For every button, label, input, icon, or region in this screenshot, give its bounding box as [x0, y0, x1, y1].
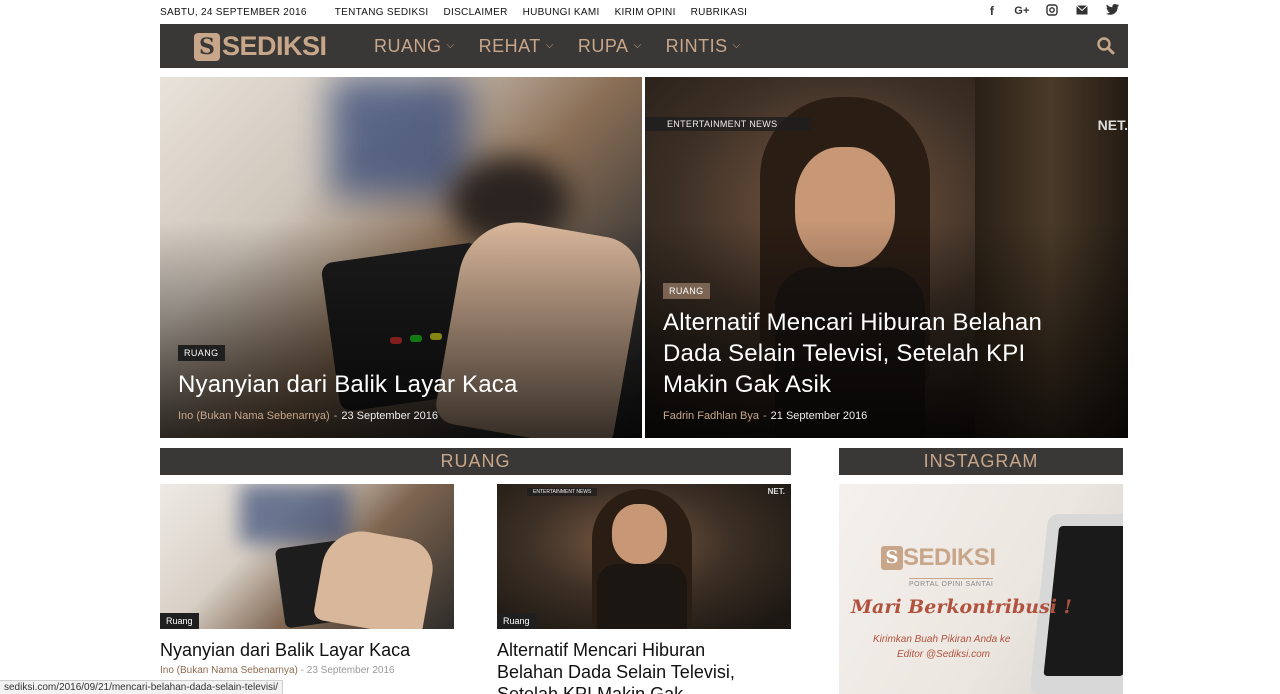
category-tag[interactable]: RUANG: [178, 345, 225, 361]
insta-line-2: Editor @Sediksi.com: [897, 649, 990, 660]
top-links: TENTANG SEDIKSI DISCLAIMER HUBUNGI KAMI …: [335, 7, 748, 18]
section-header-instagram: INSTAGRAM: [839, 448, 1123, 475]
nav-item-label: RINTIS: [665, 35, 728, 56]
category-tag[interactable]: Ruang: [160, 613, 199, 629]
hero-content: RUANG Alternatif Mencari Hiburan Belahan…: [663, 281, 1088, 422]
chevron-down-icon: ⌵: [732, 40, 741, 51]
current-date: SABTU, 24 SEPTEMBER 2016: [160, 6, 307, 18]
hero-article-2[interactable]: ENTERTAINMENT NEWS NET. RUANG Alternatif…: [645, 77, 1128, 438]
hero-content: RUANG Nyanyian dari Balik Layar Kaca Ino…: [178, 343, 602, 422]
nav-item-label: REHAT: [478, 35, 541, 56]
author-name[interactable]: Ino (Bukan Nama Sebenarnya): [160, 665, 298, 676]
link-tentang-sediksi[interactable]: TENTANG SEDIKSI: [335, 7, 429, 18]
section-header-ruang[interactable]: RUANG: [160, 448, 791, 475]
instagram-post[interactable]: S SEDIKSI PORTAL OPINI SANTAI Mari Berko…: [839, 484, 1123, 694]
meta-separator: -: [300, 665, 304, 676]
email-icon[interactable]: [1074, 4, 1090, 18]
meta-separator: -: [333, 410, 338, 422]
nav-item-label: RUANG: [374, 35, 442, 56]
top-bar: SABTU, 24 SEPTEMBER 2016 TENTANG SEDIKSI…: [160, 0, 1128, 24]
social-links: f G+: [984, 4, 1120, 18]
tv-brand-logo: NET.: [1097, 117, 1128, 133]
nav-item-rehat[interactable]: REHAT ⌵: [479, 36, 554, 57]
chevron-down-icon: ⌵: [446, 40, 455, 51]
insta-logo: S SEDIKSI: [881, 544, 996, 572]
nav-item-rintis[interactable]: RINTIS ⌵: [666, 36, 741, 57]
nav-item-rupa[interactable]: RUPA ⌵: [578, 36, 642, 57]
hero-title[interactable]: Nyanyian dari Balik Layar Kaca: [178, 369, 602, 400]
author-name[interactable]: Fadrin Fadhlan Bya: [663, 410, 759, 422]
link-kirim-opini[interactable]: KIRIM OPINI: [615, 7, 676, 18]
insta-tagline: PORTAL OPINI SANTAI: [909, 578, 994, 588]
main-nav: S SEDIKSI RUANG ⌵ REHAT ⌵ RUPA ⌵ RINTIS …: [160, 24, 1128, 68]
card-meta: Ino (Bukan Nama Sebenarnya) - 23 Septemb…: [160, 665, 454, 676]
post-date: 23 September 2016: [341, 410, 438, 422]
hero-meta: Fadrin Fadhlan Bya -21 September 2016: [663, 410, 1088, 422]
tv-overlay-label: ENTERTAINMENT NEWS: [645, 117, 810, 131]
article-card[interactable]: ENTERTAINMENT NEWS NET. Ruang Alternatif…: [497, 484, 791, 694]
insta-headline: Mari Berkontribusi !: [851, 596, 1072, 618]
site-logo[interactable]: S SEDIKSI: [194, 31, 327, 62]
hero-article-1[interactable]: RUANG Nyanyian dari Balik Layar Kaca Ino…: [160, 77, 642, 438]
insta-logo-text: SEDIKSI: [903, 544, 996, 571]
post-date: 23 September 2016: [306, 665, 395, 676]
link-hubungi-kami[interactable]: HUBUNGI KAMI: [523, 7, 600, 18]
logo-mark: S: [881, 546, 903, 570]
facebook-icon[interactable]: f: [984, 4, 1000, 18]
card-title[interactable]: Nyanyian dari Balik Layar Kaca: [160, 639, 454, 661]
nav-item-ruang[interactable]: RUANG ⌵: [374, 36, 455, 57]
chevron-down-icon: ⌵: [633, 40, 642, 51]
post-date: 21 September 2016: [770, 410, 868, 422]
chevron-down-icon: ⌵: [545, 40, 554, 51]
nav-menu: RUANG ⌵ REHAT ⌵ RUPA ⌵ RINTIS ⌵: [374, 24, 741, 68]
article-thumbnail[interactable]: ENTERTAINMENT NEWS NET. Ruang: [497, 484, 791, 629]
google-plus-icon[interactable]: G+: [1014, 4, 1030, 18]
hero-title[interactable]: Alternatif Mencari Hiburan Belahan Dada …: [663, 307, 1088, 400]
tv-overlay-label: ENTERTAINMENT NEWS: [527, 488, 598, 496]
logo-mark: S: [194, 32, 220, 61]
category-tag[interactable]: RUANG: [663, 283, 710, 299]
nav-item-label: RUPA: [577, 35, 629, 56]
link-disclaimer[interactable]: DISCLAIMER: [443, 7, 507, 18]
instagram-icon[interactable]: [1044, 4, 1060, 18]
article-card[interactable]: Ruang Nyanyian dari Balik Layar Kaca Ino…: [160, 484, 454, 676]
insta-line-1: Kirimkan Buah Pikiran Anda ke: [873, 634, 1011, 645]
category-tag[interactable]: Ruang: [497, 613, 536, 629]
meta-separator: -: [763, 410, 767, 422]
tv-brand-logo: NET.: [767, 487, 785, 496]
article-thumbnail[interactable]: Ruang: [160, 484, 454, 629]
search-icon[interactable]: [1096, 36, 1116, 56]
twitter-icon[interactable]: [1104, 4, 1120, 18]
hero-meta: Ino (Bukan Nama Sebenarnya) -23 September…: [178, 410, 602, 422]
link-rubrikasi[interactable]: RUBRIKASI: [691, 7, 748, 18]
author-name[interactable]: Ino (Bukan Nama Sebenarnya): [178, 410, 330, 422]
card-title[interactable]: Alternatif Mencari Hiburan Belahan Dada …: [497, 639, 757, 694]
browser-status-url: sediksi.com/2016/09/21/mencari-belahan-d…: [0, 680, 284, 694]
logo-text: SEDIKSI: [222, 31, 327, 61]
